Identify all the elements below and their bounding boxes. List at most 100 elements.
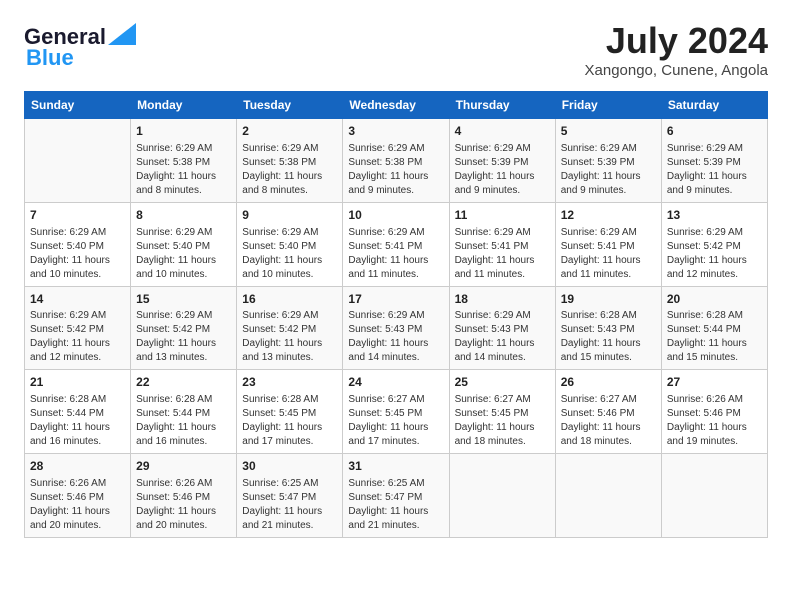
day-number: 27	[667, 374, 762, 391]
header-cell-sunday: Sunday	[25, 92, 131, 119]
month-title: July 2024	[585, 20, 769, 62]
day-info: Sunrise: 6:29 AM Sunset: 5:42 PM Dayligh…	[242, 309, 337, 365]
day-number: 14	[30, 291, 125, 308]
day-info: Sunrise: 6:29 AM Sunset: 5:39 PM Dayligh…	[455, 142, 550, 198]
day-cell	[25, 119, 131, 203]
day-cell: 3 Sunrise: 6:29 AM Sunset: 5:38 PM Daylig…	[343, 119, 449, 203]
day-number: 3	[348, 123, 443, 140]
day-info: Sunrise: 6:29 AM Sunset: 5:41 PM Dayligh…	[455, 226, 550, 282]
day-info: Sunrise: 6:28 AM Sunset: 5:44 PM Dayligh…	[667, 309, 762, 365]
day-number: 4	[455, 123, 550, 140]
day-cell: 30 Sunrise: 6:25 AM Sunset: 5:47 PM Dayli…	[237, 454, 343, 538]
day-number: 28	[30, 458, 125, 475]
day-cell: 8 Sunrise: 6:29 AM Sunset: 5:40 PM Daylig…	[131, 202, 237, 286]
day-number: 20	[667, 291, 762, 308]
day-number: 17	[348, 291, 443, 308]
day-info: Sunrise: 6:25 AM Sunset: 5:47 PM Dayligh…	[242, 477, 337, 533]
calendar-table: SundayMondayTuesdayWednesdayThursdayFrid…	[24, 91, 768, 538]
week-row-3: 14 Sunrise: 6:29 AM Sunset: 5:42 PM Dayli…	[25, 286, 768, 370]
day-info: Sunrise: 6:29 AM Sunset: 5:38 PM Dayligh…	[348, 142, 443, 198]
day-cell: 7Sunrise: 6:29 AM Sunset: 5:40 PM Daylig…	[25, 202, 131, 286]
day-cell: 15Sunrise: 6:29 AM Sunset: 5:42 PM Dayli…	[131, 286, 237, 370]
day-number: 31	[348, 458, 443, 475]
day-info: Sunrise: 6:29 AM Sunset: 5:38 PM Dayligh…	[136, 142, 231, 198]
day-number: 16	[242, 291, 337, 308]
day-number: 2	[242, 123, 337, 140]
day-cell: 29 Sunrise: 6:26 AM Sunset: 5:46 PM Dayli…	[131, 454, 237, 538]
page-header: General Blue July 2024 Xangongo, Cunene,…	[24, 20, 768, 79]
day-info: Sunrise: 6:29 AM Sunset: 5:39 PM Dayligh…	[561, 142, 656, 198]
day-cell: 10 Sunrise: 6:29 AM Sunset: 5:41 PM Dayli…	[343, 202, 449, 286]
week-row-4: 21 Sunrise: 6:28 AM Sunset: 5:44 PM Dayli…	[25, 370, 768, 454]
day-cell: 25 Sunrise: 6:27 AM Sunset: 5:45 PM Dayli…	[449, 370, 555, 454]
day-cell: 20Sunrise: 6:28 AM Sunset: 5:44 PM Dayli…	[661, 286, 767, 370]
logo-blue-text: Blue	[26, 45, 74, 71]
header-cell-saturday: Saturday	[661, 92, 767, 119]
day-number: 21	[30, 374, 125, 391]
day-cell: 11 Sunrise: 6:29 AM Sunset: 5:41 PM Dayli…	[449, 202, 555, 286]
calendar-body: 1 Sunrise: 6:29 AM Sunset: 5:38 PM Daylig…	[25, 119, 768, 538]
day-info: Sunrise: 6:27 AM Sunset: 5:46 PM Dayligh…	[561, 393, 656, 449]
day-info: Sunrise: 6:28 AM Sunset: 5:44 PM Dayligh…	[30, 393, 125, 449]
day-cell: 26Sunrise: 6:27 AM Sunset: 5:46 PM Dayli…	[555, 370, 661, 454]
calendar-header: SundayMondayTuesdayWednesdayThursdayFrid…	[25, 92, 768, 119]
day-number: 11	[455, 207, 550, 224]
day-info: Sunrise: 6:26 AM Sunset: 5:46 PM Dayligh…	[667, 393, 762, 449]
day-number: 24	[348, 374, 443, 391]
day-cell: 16Sunrise: 6:29 AM Sunset: 5:42 PM Dayli…	[237, 286, 343, 370]
day-cell: 28 Sunrise: 6:26 AM Sunset: 5:46 PM Dayli…	[25, 454, 131, 538]
day-cell: 22 Sunrise: 6:28 AM Sunset: 5:44 PM Dayli…	[131, 370, 237, 454]
header-cell-friday: Friday	[555, 92, 661, 119]
day-cell: 27 Sunrise: 6:26 AM Sunset: 5:46 PM Dayli…	[661, 370, 767, 454]
day-info: Sunrise: 6:26 AM Sunset: 5:46 PM Dayligh…	[30, 477, 125, 533]
day-number: 18	[455, 291, 550, 308]
day-cell: 12Sunrise: 6:29 AM Sunset: 5:41 PM Dayli…	[555, 202, 661, 286]
day-number: 8	[136, 207, 231, 224]
day-cell: 13 Sunrise: 6:29 AM Sunset: 5:42 PM Dayli…	[661, 202, 767, 286]
day-number: 13	[667, 207, 762, 224]
day-cell	[661, 454, 767, 538]
day-info: Sunrise: 6:29 AM Sunset: 5:42 PM Dayligh…	[667, 226, 762, 282]
day-info: Sunrise: 6:28 AM Sunset: 5:45 PM Dayligh…	[242, 393, 337, 449]
day-info: Sunrise: 6:29 AM Sunset: 5:43 PM Dayligh…	[348, 309, 443, 365]
day-cell: 21 Sunrise: 6:28 AM Sunset: 5:44 PM Dayli…	[25, 370, 131, 454]
logo-icon	[108, 23, 136, 45]
day-cell: 4 Sunrise: 6:29 AM Sunset: 5:39 PM Daylig…	[449, 119, 555, 203]
day-number: 7	[30, 207, 125, 224]
location-title: Xangongo, Cunene, Angola	[585, 62, 769, 79]
day-number: 9	[242, 207, 337, 224]
header-cell-thursday: Thursday	[449, 92, 555, 119]
header-cell-monday: Monday	[131, 92, 237, 119]
day-cell: 6Sunrise: 6:29 AM Sunset: 5:39 PM Daylig…	[661, 119, 767, 203]
day-info: Sunrise: 6:28 AM Sunset: 5:44 PM Dayligh…	[136, 393, 231, 449]
day-cell: 2 Sunrise: 6:29 AM Sunset: 5:38 PM Daylig…	[237, 119, 343, 203]
day-info: Sunrise: 6:29 AM Sunset: 5:42 PM Dayligh…	[136, 309, 231, 365]
day-cell: 18Sunrise: 6:29 AM Sunset: 5:43 PM Dayli…	[449, 286, 555, 370]
day-info: Sunrise: 6:26 AM Sunset: 5:46 PM Dayligh…	[136, 477, 231, 533]
day-cell: 31Sunrise: 6:25 AM Sunset: 5:47 PM Dayli…	[343, 454, 449, 538]
day-cell: 1 Sunrise: 6:29 AM Sunset: 5:38 PM Daylig…	[131, 119, 237, 203]
header-row: SundayMondayTuesdayWednesdayThursdayFrid…	[25, 92, 768, 119]
day-info: Sunrise: 6:29 AM Sunset: 5:40 PM Dayligh…	[136, 226, 231, 282]
day-cell: 23Sunrise: 6:28 AM Sunset: 5:45 PM Dayli…	[237, 370, 343, 454]
day-info: Sunrise: 6:27 AM Sunset: 5:45 PM Dayligh…	[455, 393, 550, 449]
logo: General Blue	[24, 24, 136, 71]
day-info: Sunrise: 6:29 AM Sunset: 5:40 PM Dayligh…	[242, 226, 337, 282]
header-cell-wednesday: Wednesday	[343, 92, 449, 119]
day-number: 29	[136, 458, 231, 475]
day-info: Sunrise: 6:28 AM Sunset: 5:43 PM Dayligh…	[561, 309, 656, 365]
week-row-1: 1 Sunrise: 6:29 AM Sunset: 5:38 PM Daylig…	[25, 119, 768, 203]
day-info: Sunrise: 6:29 AM Sunset: 5:41 PM Dayligh…	[348, 226, 443, 282]
day-number: 12	[561, 207, 656, 224]
day-cell: 24Sunrise: 6:27 AM Sunset: 5:45 PM Dayli…	[343, 370, 449, 454]
day-number: 1	[136, 123, 231, 140]
day-cell	[449, 454, 555, 538]
day-number: 30	[242, 458, 337, 475]
day-number: 25	[455, 374, 550, 391]
day-cell: 17Sunrise: 6:29 AM Sunset: 5:43 PM Dayli…	[343, 286, 449, 370]
day-number: 22	[136, 374, 231, 391]
day-number: 10	[348, 207, 443, 224]
day-info: Sunrise: 6:29 AM Sunset: 5:43 PM Dayligh…	[455, 309, 550, 365]
day-cell: 9 Sunrise: 6:29 AM Sunset: 5:40 PM Daylig…	[237, 202, 343, 286]
day-info: Sunrise: 6:29 AM Sunset: 5:38 PM Dayligh…	[242, 142, 337, 198]
